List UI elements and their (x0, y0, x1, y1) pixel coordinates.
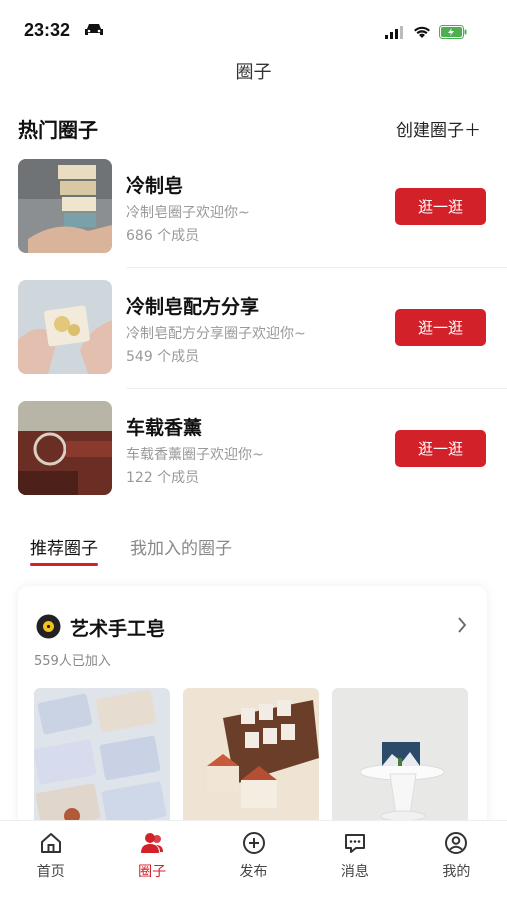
status-time: 23:32 (24, 20, 71, 40)
circle-description: 车载香薰圈子欢迎你~ (126, 447, 264, 463)
visit-button[interactable]: 逛一逛 (395, 430, 486, 467)
divider (126, 267, 507, 268)
profile-icon (444, 831, 468, 855)
tabbar-label: 圈子 (138, 864, 167, 880)
circle-member-count: 549 个成员 (126, 349, 200, 365)
circle-name: 车载香薰 (126, 417, 203, 439)
circle-thumbnail (18, 280, 112, 374)
visit-button[interactable]: 逛一逛 (395, 188, 486, 225)
circle-thumbnail (18, 401, 112, 495)
vinyl-icon (36, 614, 61, 639)
page-title: 圈子 (235, 62, 272, 83)
circle-name: 冷制皂 (126, 175, 184, 197)
chevron-right-icon[interactable] (457, 617, 467, 637)
circle-name: 冷制皂配方分享 (126, 296, 260, 318)
hot-circle-item[interactable]: 冷制皂 冷制皂圈子欢迎你~ 686 个成员 逛一逛 (0, 157, 507, 278)
hot-circle-item[interactable]: 冷制皂配方分享 冷制皂配方分享圈子欢迎你~ 549 个成员 逛一逛 (0, 278, 507, 399)
post-image[interactable] (183, 688, 319, 828)
tabbar-home[interactable]: 首页 (0, 821, 101, 900)
circle-member-count: 122 个成员 (126, 470, 200, 486)
hot-section-header: 热门圈子 创建圈子＋ (18, 112, 481, 142)
recommended-image-row (34, 688, 468, 828)
tabbar-profile[interactable]: 我的 (406, 821, 507, 900)
tabbar-label: 我的 (442, 864, 471, 880)
status-indicators (385, 24, 467, 43)
divider (126, 388, 507, 389)
wifi-icon (413, 24, 431, 43)
create-circle-button[interactable]: 创建圈子＋ (396, 116, 481, 141)
tab-joined[interactable]: 我加入的圈子 (130, 534, 232, 566)
tabbar-messages[interactable]: 消息 (304, 821, 405, 900)
tabbar-community[interactable]: 圈子 (101, 821, 202, 900)
battery-icon (439, 24, 467, 43)
circle-description: 冷制皂圈子欢迎你~ (126, 205, 250, 221)
tabbar-label: 消息 (340, 864, 369, 880)
hot-circle-list: 冷制皂 冷制皂圈子欢迎你~ 686 个成员 逛一逛 冷制皂配方分享 冷制皂配方分… (0, 157, 507, 520)
hot-circle-item[interactable]: 车载香薰 车载香薰圈子欢迎你~ 122 个成员 逛一逛 (0, 399, 507, 520)
message-icon (343, 831, 367, 855)
hot-section-title: 热门圈子 (18, 118, 98, 142)
publish-icon (242, 831, 266, 855)
car-icon (84, 22, 104, 41)
circle-member-count: 686 个成员 (126, 228, 200, 244)
tabbar-label: 发布 (239, 864, 268, 880)
home-icon (39, 831, 63, 855)
recommended-circle-card[interactable]: 艺术手工皂 559人已加入 (18, 586, 487, 846)
recommended-circle-count: 559人已加入 (34, 654, 111, 669)
bottom-tab-bar: 首页 圈子 发布 消息 我的 (0, 820, 507, 900)
recommended-circle-title: 艺术手工皂 (70, 618, 166, 640)
tab-recommended[interactable]: 推荐圈子 (30, 534, 98, 566)
post-image[interactable] (332, 688, 468, 828)
circle-tabs: 推荐圈子 我加入的圈子 (30, 534, 232, 570)
status-bar: 23:32 (0, 0, 507, 58)
post-image[interactable] (34, 688, 170, 828)
tabbar-label: 首页 (36, 864, 65, 880)
visit-button[interactable]: 逛一逛 (395, 309, 486, 346)
circle-thumbnail (18, 159, 112, 253)
tabbar-publish[interactable]: 发布 (203, 821, 304, 900)
signal-icon (385, 24, 405, 43)
community-icon (140, 831, 164, 855)
circle-description: 冷制皂配方分享圈子欢迎你~ (126, 326, 306, 342)
